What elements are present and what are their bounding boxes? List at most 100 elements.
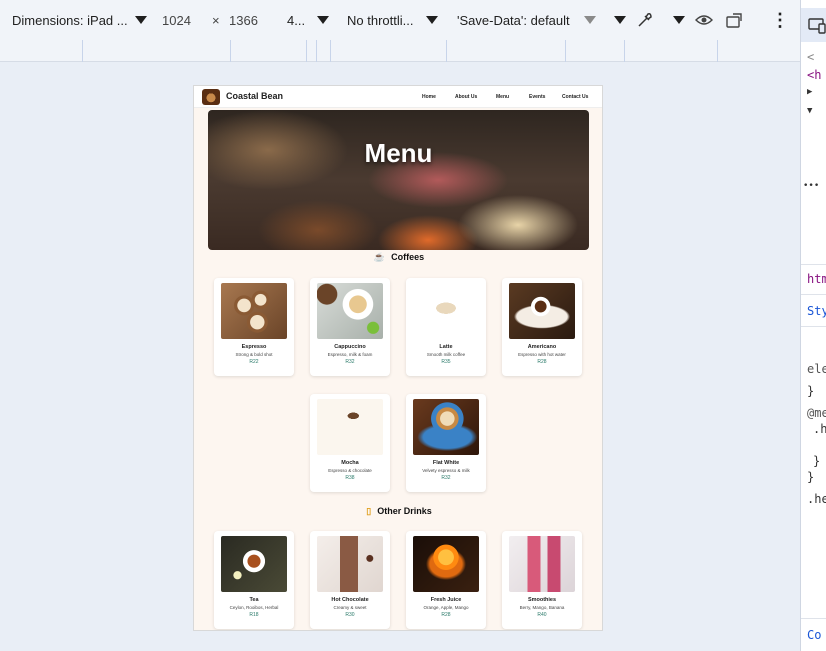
brand-name[interactable]: Coastal Bean — [226, 91, 283, 101]
device-mode-toggle-icon[interactable] — [801, 8, 826, 42]
card-name: Latte — [439, 344, 453, 350]
ellipsis-icon[interactable]: ••• — [803, 181, 819, 191]
width-input[interactable]: 1024 — [162, 0, 191, 40]
zoom-dropdown-icon[interactable] — [317, 0, 329, 40]
dimensions-dropdown-icon[interactable] — [135, 0, 147, 40]
menu-card-hot-chocolate[interactable]: Hot Chocolate Creamy & sweet R30 — [310, 531, 390, 629]
menu-card-flat-white[interactable]: Flat White Velvety espresso & milk R32 — [406, 394, 486, 492]
card-name: Espresso — [241, 344, 267, 350]
nav-home[interactable]: Home — [422, 94, 436, 100]
card-name: Smoothies — [527, 597, 557, 603]
hero-title: Menu — [364, 138, 433, 168]
hot-chocolate-image — [317, 536, 383, 592]
save-data-select[interactable]: 'Save-Data': default — [457, 0, 570, 40]
card-price: R32 — [345, 359, 355, 365]
card-name: Hot Chocolate — [331, 597, 369, 603]
menu-card-fresh-juice[interactable]: Fresh Juice Orange, Apple, Mango R28 — [406, 531, 486, 629]
style-rule: ele — [807, 362, 826, 376]
menu-card-smoothies[interactable]: Smoothies Berry, Mango, Banana R40 — [502, 531, 582, 629]
save-data-dropdown-icon[interactable] — [584, 0, 596, 40]
nav-contact-us[interactable]: Contact Us — [562, 94, 588, 100]
card-description: Ceylon, Rooibos, Herbal — [229, 605, 279, 610]
menu-card-mocha[interactable]: Mocha Espresso & chocolate R38 — [310, 394, 390, 492]
menu-card-tea[interactable]: Tea Ceylon, Rooibos, Herbal R18 — [214, 531, 294, 629]
card-description: Espresso with hot water — [518, 352, 566, 357]
device-viewport: Coastal Bean Home About Us Menu Events C… — [193, 85, 603, 631]
section-title-coffees: ☕ Coffees — [373, 252, 425, 262]
height-input[interactable]: 1366 — [229, 0, 258, 40]
eyedropper-icon[interactable] — [636, 0, 654, 40]
card-name: Flat White — [432, 460, 460, 466]
smoothies-image — [509, 536, 575, 592]
site-navbar: Coastal Bean Home About Us Menu Events C… — [194, 86, 602, 108]
nav-menu[interactable]: Menu — [496, 94, 509, 100]
times-icon: × — [212, 12, 220, 28]
tea-image — [221, 536, 287, 592]
card-price: R32 — [441, 475, 451, 481]
card-description: Berry, Mango, Banana — [519, 605, 565, 610]
card-price: R28 — [537, 359, 547, 365]
dimensions-select[interactable]: Dimensions: iPad ... — [12, 0, 128, 40]
style-brace: } — [807, 384, 815, 398]
card-price: R40 — [537, 612, 547, 618]
console-tab[interactable]: Co — [807, 628, 821, 642]
dom-line[interactable]: <h — [807, 68, 821, 82]
style-brace: } — [813, 454, 821, 468]
zoom-select[interactable]: 4... — [287, 0, 305, 40]
card-name: Americano — [527, 344, 557, 350]
card-description: Creamy & sweet — [333, 605, 367, 610]
menu-card-cappuccino[interactable]: Cappuccino Espresso, milk & foam R32 — [310, 278, 390, 376]
menu-card-espresso[interactable]: Espresso Strong & bold shot R22 — [214, 278, 294, 376]
eyedropper-dropdown-icon[interactable] — [673, 0, 685, 40]
cappuccino-image — [317, 283, 383, 339]
coffee-cup-icon: ☕ — [373, 252, 386, 262]
style-selector: .h — [813, 422, 826, 436]
menu-card-latte[interactable]: Latte Smooth milk coffee R35 — [406, 278, 486, 376]
espresso-image — [221, 283, 287, 339]
nav-about-us[interactable]: About Us — [455, 94, 477, 100]
latte-image — [413, 283, 479, 339]
tab-styles[interactable]: Sty — [807, 304, 826, 318]
card-name: Cappuccino — [334, 344, 366, 350]
card-price: R22 — [249, 359, 259, 365]
vision-icon[interactable] — [694, 0, 714, 40]
coffee-logo-icon[interactable] — [202, 89, 220, 105]
card-description: Velvety espresso & milk — [422, 468, 470, 473]
card-price: R28 — [441, 612, 451, 618]
card-description: Espresso & chocolate — [328, 468, 372, 473]
devtools-panel: < <h ▶ ▼ ••• htm Sty ele } @me .h } } .h… — [800, 0, 826, 651]
more-dropdown-icon[interactable] — [614, 0, 626, 40]
nav-events[interactable]: Events — [529, 94, 545, 100]
card-price: R30 — [345, 612, 355, 618]
card-description: Smooth milk coffee — [426, 352, 466, 357]
expand-icon[interactable]: ▶ — [807, 87, 812, 97]
card-name: Mocha — [341, 460, 359, 466]
style-selector: .he — [807, 492, 826, 506]
card-description: Espresso, milk & foam — [327, 352, 373, 357]
card-name: Tea — [249, 597, 259, 603]
americano-image — [509, 283, 575, 339]
menu-card-americano[interactable]: Americano Espresso with hot water R28 — [502, 278, 582, 376]
more-options-icon[interactable]: ⋮ — [771, 0, 789, 40]
media-rule: @me — [807, 406, 826, 420]
fresh-juice-image — [413, 536, 479, 592]
section-title-other-drinks: ▯ Other Drinks — [366, 506, 432, 516]
card-price: R38 — [345, 475, 355, 481]
card-description: Strong & bold shot — [235, 352, 273, 357]
media-query-ruler — [0, 40, 800, 62]
rotate-icon[interactable] — [725, 0, 745, 40]
breadcrumb-html[interactable]: htm — [807, 272, 826, 286]
mocha-image — [317, 399, 383, 455]
card-price: R35 — [441, 359, 451, 365]
flat-white-image — [413, 399, 479, 455]
dom-line[interactable]: < — [807, 50, 814, 64]
cup-icon: ▯ — [366, 506, 372, 516]
hero-banner: Menu — [208, 110, 589, 250]
style-brace: } — [807, 470, 815, 484]
card-description: Orange, Apple, Mango — [423, 605, 469, 610]
throttling-select[interactable]: No throttli... — [347, 0, 413, 40]
card-name: Fresh Juice — [430, 597, 462, 603]
collapse-icon[interactable]: ▼ — [807, 106, 812, 116]
throttling-dropdown-icon[interactable] — [426, 0, 438, 40]
card-price: R18 — [249, 612, 259, 618]
